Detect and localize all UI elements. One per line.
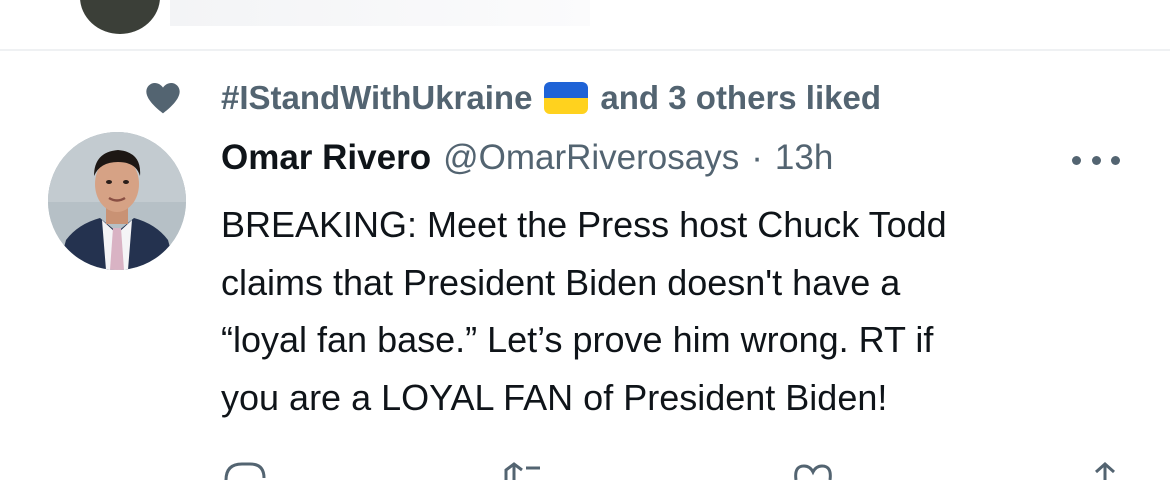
retweet-icon[interactable] [500,460,546,480]
author-name[interactable]: Omar Rivero [221,138,431,178]
like-icon[interactable] [790,460,836,480]
ukraine-flag-icon [544,82,589,114]
tweet-text-line: “loyal fan base.” Let’s prove him wrong.… [221,319,934,360]
social-context[interactable]: #IStandWithUkraine and 3 others liked [221,78,881,118]
liked-suffix: and 3 others liked [600,79,882,116]
separator-dot: · [751,138,763,177]
reply-icon[interactable] [222,460,268,480]
tweet-divider [0,49,1170,51]
previous-tweet-avatar[interactable] [80,0,160,34]
avatar[interactable] [48,132,186,270]
author-handle[interactable]: @OmarRiverosays [443,138,739,178]
avatar-photo [48,132,186,270]
share-icon[interactable] [1082,460,1128,480]
tweet-text-line: BREAKING: Meet the Press host Chuck Todd [221,204,947,245]
previous-tweet-content [170,0,590,26]
tweet-text: BREAKING: Meet the Press host Chuck Todd… [221,196,1101,426]
tweet-text-line: claims that President Biden doesn't have… [221,261,901,303]
liker-name[interactable]: #IStandWithUkraine [221,79,532,117]
tweet-timestamp[interactable]: 13h [775,138,833,178]
tweet-header: Omar Rivero @OmarRiverosays · 13h [221,138,833,182]
tweet-text-line: you are a LOYAL FAN of President Biden! [221,376,888,418]
more-icon[interactable] [1072,150,1120,170]
heart-icon [146,83,180,114]
